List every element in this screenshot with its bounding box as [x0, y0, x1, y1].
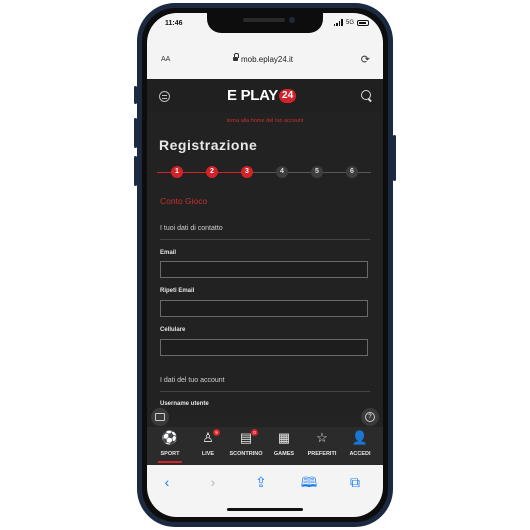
nav-label: SCONTRINO	[229, 451, 263, 457]
page-title: Registrazione	[159, 137, 258, 153]
side-button-left-2	[134, 118, 137, 148]
phone-field[interactable]	[160, 339, 368, 356]
logo[interactable]: E PLAY 24	[227, 87, 297, 104]
chat-icon	[155, 413, 165, 421]
browser-toolbar: ‹ › ⇪ 🕮 ⧉	[147, 465, 383, 517]
soccer-ball-icon: ⚽	[161, 430, 179, 445]
bookmarks-icon[interactable]: 🕮	[299, 474, 319, 490]
divider	[160, 239, 370, 240]
forward-icon[interactable]: ›	[203, 474, 223, 490]
user-icon: 👤	[351, 430, 369, 445]
app-header: E PLAY 24	[147, 79, 383, 113]
signal-icon	[333, 19, 343, 26]
slot-machine-icon: ▦	[277, 430, 291, 445]
lock-icon	[233, 53, 239, 62]
help-button[interactable]: ?	[361, 408, 379, 426]
phone-screen: 11:46 5G AA mob.eplay24.it ⟳ E PLAY 24 t…	[147, 13, 383, 517]
logo-text: E PLAY	[227, 87, 279, 104]
speaker	[243, 18, 285, 22]
side-button-right	[393, 135, 396, 181]
nav-item-preferiti[interactable]: ☆ PREFERITI	[303, 427, 341, 465]
active-indicator	[158, 461, 182, 463]
account-heading: I dati del tuo account	[160, 377, 225, 384]
browser-address-bar: AA mob.eplay24.it ⟳	[147, 35, 383, 79]
text-size-button[interactable]: AA	[161, 56, 170, 63]
nav-label: ACCEDI	[349, 451, 371, 457]
nav-badge: 0	[251, 429, 258, 436]
menu-icon[interactable]	[159, 91, 170, 102]
tabs-icon[interactable]: ⧉	[345, 474, 365, 490]
nav-label: GAMES	[273, 451, 295, 457]
home-indicator	[227, 508, 303, 511]
step-4: 4	[276, 166, 288, 178]
nav-item-scontrino[interactable]: ▤ 0 SCONTRINO	[227, 427, 265, 465]
network-label: 5G	[345, 19, 354, 26]
nav-label: SPORT	[160, 451, 180, 457]
live-player-icon: ♙	[202, 430, 214, 445]
search-icon[interactable]	[361, 90, 371, 100]
help-icon: ?	[365, 412, 375, 422]
nav-label: LIVE	[201, 451, 215, 457]
bottom-nav: ⚽ SPORT ♙ 9 LIVE ▤ 0 SCONTRINO ▦ GAMES ☆…	[147, 427, 383, 465]
notch	[207, 13, 323, 33]
contact-heading: I tuoi dati di contatto	[160, 225, 223, 232]
battery-icon	[357, 19, 369, 26]
step-2: 2	[206, 166, 218, 178]
username-label: Username utente	[160, 401, 209, 407]
status-time: 11:46	[165, 20, 183, 27]
step-5: 5	[311, 166, 323, 178]
step-3: 3	[241, 166, 253, 178]
logo-badge: 24	[279, 88, 297, 103]
back-to-account-link[interactable]: torna alla home del tuo account	[147, 118, 383, 124]
back-icon[interactable]: ‹	[157, 474, 177, 490]
nav-item-sport[interactable]: ⚽ SPORT	[151, 427, 189, 465]
nav-item-accedi[interactable]: 👤 ACCEDI	[341, 427, 379, 465]
reload-icon[interactable]: ⟳	[361, 53, 370, 66]
chat-button[interactable]	[151, 408, 169, 426]
phone-label: Cellulare	[160, 327, 186, 333]
repeat-email-label: Ripeti Email	[160, 288, 195, 294]
step-1: 1	[171, 166, 183, 178]
star-icon: ☆	[316, 430, 328, 445]
divider	[160, 391, 370, 392]
section-title: Conto Gioco	[160, 196, 208, 206]
email-label: Email	[160, 250, 177, 256]
email-field[interactable]	[160, 261, 368, 278]
side-button-left-1	[134, 86, 137, 104]
status-indicators: 5G	[333, 19, 369, 26]
repeat-email-field[interactable]	[160, 300, 368, 317]
nav-item-live[interactable]: ♙ 9 LIVE	[189, 427, 227, 465]
nav-label: PREFERITI	[307, 451, 337, 457]
share-icon[interactable]: ⇪	[251, 474, 271, 490]
nav-badge: 9	[213, 429, 220, 436]
ticket-icon: ▤	[239, 430, 253, 445]
camera	[289, 17, 295, 23]
registration-content: torna alla home del tuo account Registra…	[147, 113, 383, 417]
step-6: 6	[346, 166, 358, 178]
side-button-left-3	[134, 156, 137, 186]
url-field[interactable]: mob.eplay24.it	[241, 55, 293, 64]
nav-item-games[interactable]: ▦ GAMES	[265, 427, 303, 465]
